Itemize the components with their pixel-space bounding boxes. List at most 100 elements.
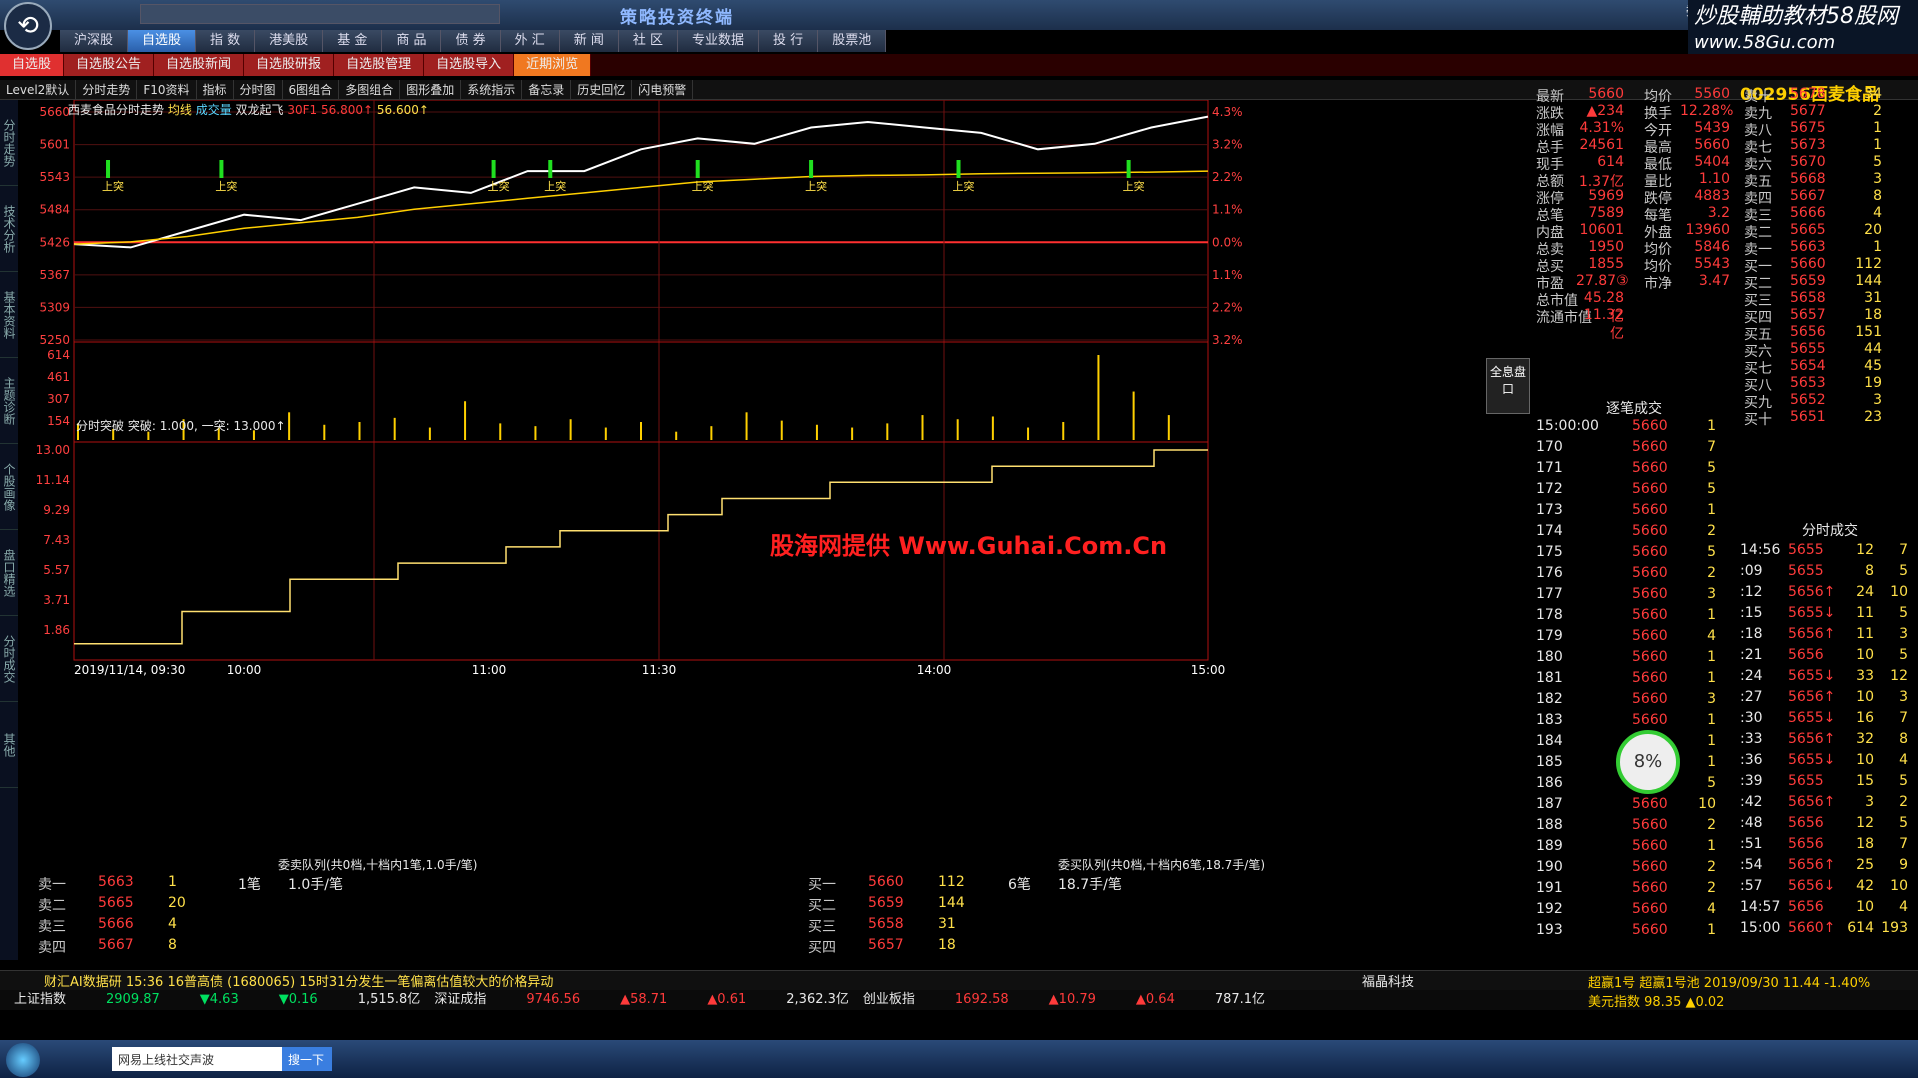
sub-tab-2[interactable]: 自选股新闻: [154, 54, 245, 76]
index-1-field-3: ▲0.61: [707, 992, 747, 1007]
toolbar-item-1[interactable]: 分时走势: [76, 80, 138, 99]
nav-tab-8[interactable]: 新 闻: [559, 30, 619, 52]
search-field[interactable]: 网易上线社交声波: [112, 1047, 282, 1071]
tick-time: 192: [1536, 901, 1563, 917]
minute-vol: 11: [1856, 605, 1874, 621]
toolbar-item-6[interactable]: 多图组合: [339, 80, 401, 99]
minute-price: 5655: [1788, 773, 1824, 789]
index-2-field-1: 1692.58: [954, 992, 1009, 1007]
intraday-chart[interactable]: 5660 5601 5543 5484 5426 5367 5309 5250 4.3% 3.2%…: [18, 100, 1536, 860]
left-tab-4[interactable]: 个股画像: [0, 444, 18, 530]
toolbar-item-7[interactable]: 图形叠加: [400, 80, 462, 99]
left-tab-5[interactable]: 盘口精选: [0, 530, 18, 616]
tick-volume: 5: [1707, 460, 1716, 476]
nav-tab-12[interactable]: 股票池: [818, 30, 887, 52]
nav-tab-11[interactable]: 投 行: [759, 30, 819, 52]
left-tab-7[interactable]: 其他: [0, 702, 18, 788]
speed-gauge[interactable]: 8%: [1616, 730, 1680, 794]
sub-tab-0[interactable]: 自选股: [0, 54, 65, 76]
toolbar-item-9[interactable]: 备忘录: [522, 80, 572, 99]
tick-header: 逐笔成交: [1606, 401, 1662, 417]
sub-tab-4[interactable]: 自选股管理: [334, 54, 425, 76]
toolbar-item-11[interactable]: 闪电预警: [632, 80, 694, 99]
tick-price: 5660: [1632, 628, 1668, 644]
signal-label: 上突: [102, 179, 124, 193]
left-tab-0[interactable]: 分时走势: [0, 100, 18, 186]
search-button[interactable]: 搜一下: [282, 1047, 332, 1071]
minute-vol: 8: [1865, 563, 1874, 579]
minute-count: 4: [1899, 899, 1908, 915]
book-price: 5659: [1790, 273, 1826, 289]
nav-tab-0[interactable]: 沪深股: [60, 30, 129, 52]
nav-tab-4[interactable]: 基 金: [323, 30, 383, 52]
minute-count: 3: [1899, 689, 1908, 705]
minute-count: 7: [1899, 836, 1908, 852]
legend-title: 西麦食品分时走势: [68, 103, 165, 117]
nav-tab-10[interactable]: 专业数据: [678, 30, 760, 52]
minute-vol: 18: [1856, 836, 1874, 852]
toolbar-item-3[interactable]: 指标: [197, 80, 234, 99]
toolbar-item-4[interactable]: 分时图: [234, 80, 283, 99]
toolbar-item-0[interactable]: Level2默认: [0, 80, 77, 99]
nav-tab-9[interactable]: 社 区: [618, 30, 679, 52]
lower-tick: 7.43: [43, 533, 70, 547]
book-price: 5651: [1790, 409, 1826, 425]
left-tab-3[interactable]: 主题诊断: [0, 358, 18, 444]
toolbar-item-8[interactable]: 系统指示: [461, 80, 523, 99]
buy-queue-cell: 144: [938, 895, 965, 911]
tick-time: 171: [1536, 460, 1563, 476]
minute-time: 15:00: [1740, 920, 1781, 936]
nav-tab-3[interactable]: 港美股: [255, 30, 324, 52]
minute-count: 5: [1899, 815, 1908, 831]
start-button[interactable]: [6, 1043, 40, 1077]
minute-price: 5656↑: [1788, 857, 1836, 873]
tick-volume: 4: [1707, 901, 1716, 917]
vol-tick: 307: [47, 392, 70, 406]
quote-value-2: 1.10: [1698, 171, 1730, 187]
sub-tab-5[interactable]: 自选股导入: [424, 54, 515, 76]
quote-value: 5660: [1588, 86, 1624, 102]
left-tab-6[interactable]: 分时成交: [0, 616, 18, 702]
sub-tab-3[interactable]: 自选股研报: [244, 54, 335, 76]
left-tab-2[interactable]: 基本资料: [0, 272, 18, 358]
lower-tick: 3.71: [43, 593, 70, 607]
nav-tab-6[interactable]: 债 券: [441, 30, 501, 52]
watermark-url: www.58Gu.com: [1694, 32, 1836, 53]
sub-tab-1[interactable]: 自选股公告: [64, 54, 155, 76]
minute-panel: 分时成交 14:56 5655 12 7:09 5655 8 5:12 5656↑ 24 10:15…: [1738, 520, 1918, 970]
toolbar-item-10[interactable]: 历史回忆: [571, 80, 633, 99]
book-volume: 5: [1873, 154, 1882, 170]
signal-label: 上突: [544, 179, 566, 193]
nav-tab-1[interactable]: 自选股: [128, 30, 197, 52]
sell-queue-cell: 1: [168, 874, 177, 890]
left-tabs: 分时走势 技术分析 基本资料 主题诊断 个股画像 盘口精选 分时成交 其他: [0, 100, 18, 960]
nav-tab-7[interactable]: 外 汇: [500, 30, 560, 52]
sub-tab-6[interactable]: 近期浏览: [514, 54, 592, 76]
index-0-field-0: 上证指数: [14, 992, 67, 1007]
quote-value: 1950: [1588, 239, 1624, 255]
minute-time: :09: [1740, 563, 1763, 579]
quote-value: 7589: [1588, 205, 1624, 221]
tick-volume: 1: [1707, 838, 1716, 854]
address-box[interactable]: [140, 4, 500, 24]
minute-count: 3: [1899, 626, 1908, 642]
minute-time: :54: [1740, 857, 1763, 873]
app-logo-icon: ⟲: [4, 2, 52, 50]
nav-tab-2[interactable]: 指 数: [196, 30, 256, 52]
left-tab-1[interactable]: 技术分析: [0, 186, 18, 272]
toolbar-item-2[interactable]: F10资料: [137, 80, 197, 99]
nav-tab-5[interactable]: 商 品: [382, 30, 442, 52]
quote-label-2: 市净: [1644, 276, 1672, 292]
whole-panel-button[interactable]: 全息盘口: [1486, 358, 1530, 414]
book-volume: 151: [1855, 324, 1882, 340]
tick-volume: 1: [1707, 502, 1716, 518]
sell-queue-cell: 1笔: [238, 877, 261, 893]
book-volume: 18: [1864, 307, 1882, 323]
minute-time: :48: [1740, 815, 1763, 831]
toolbar-item-5[interactable]: 6图组合: [283, 80, 340, 99]
tick-volume: 2: [1707, 859, 1716, 875]
x-tick: 11:00: [472, 663, 507, 677]
y-left-tick: 5309: [39, 300, 70, 314]
index-2-field-0: 创业板指: [862, 992, 915, 1007]
quote-value-2: 5439: [1694, 120, 1730, 136]
